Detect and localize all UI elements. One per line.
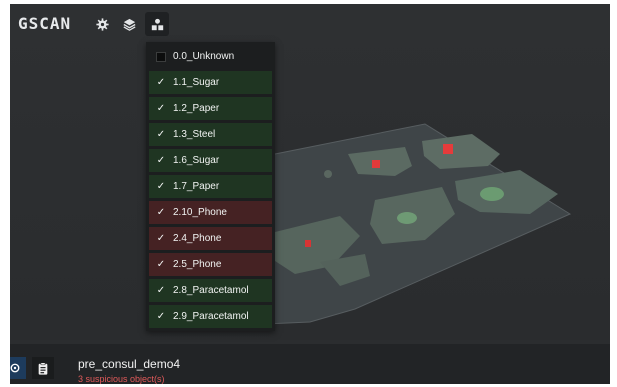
shapes-icon [151,18,163,30]
app-logo: GSCAN [18,14,72,33]
3d-viewport[interactable] [10,4,610,340]
category-label: 1.2_Paper [173,103,220,114]
check-icon[interactable]: ✓ [156,77,166,88]
check-icon[interactable]: ✓ [156,285,166,296]
clipboard-icon [38,361,48,375]
scan-info-bar: pre_consul_demo4 3 suspicious object(s) [10,344,610,384]
layers-icon [122,18,136,31]
category-label: 0.0_Unknown [173,51,235,62]
category-label: 2.5_Phone [173,259,222,270]
category-item-1-1-sugar[interactable]: ✓ 1.1_Sugar [149,71,272,94]
check-icon[interactable]: ✓ [156,155,166,166]
suspicious-object[interactable] [372,160,380,168]
category-label: 1.6_Sugar [173,155,220,166]
scan-object-highlight [480,187,504,201]
gear-icon [95,17,109,31]
category-item-2-5-phone[interactable]: ✓ 2.5_Phone [149,253,272,276]
category-filter-dropdown: 0.0_Unknown ✓ 1.1_Sugar ✓ 1.2_Paper ✓ 1.… [146,42,275,331]
category-item-1-2-paper[interactable]: ✓ 1.2_Paper [149,97,272,120]
scan-object [324,170,332,178]
category-item-1-3-steel[interactable]: ✓ 1.3_Steel [149,123,272,146]
suspicious-object[interactable] [305,240,311,247]
scan-scene[interactable] [10,4,610,340]
check-icon[interactable]: ✓ [156,233,166,244]
check-icon[interactable]: ✓ [156,259,166,270]
scan-view-button[interactable] [10,357,26,379]
category-item-2-8-paracetamol[interactable]: ✓ 2.8_Paracetamol [149,279,272,302]
check-icon[interactable]: ✓ [156,181,166,192]
category-item-2-10-phone[interactable]: ✓ 2.10_Phone [149,201,272,224]
categories-button[interactable] [145,12,169,36]
check-icon[interactable]: ✓ [156,311,166,322]
category-label: 1.7_Paper [173,181,220,192]
category-label: 2.8_Paracetamol [173,285,249,296]
category-item-2-9-paracetamol[interactable]: ✓ 2.9_Paracetamol [149,305,272,328]
category-label: 2.9_Paracetamol [173,311,249,322]
check-icon[interactable]: ✓ [156,207,166,218]
target-icon [10,363,20,373]
category-label: 2.4_Phone [173,233,222,244]
scan-name: pre_consul_demo4 [78,357,181,371]
category-item-1-7-paper[interactable]: ✓ 1.7_Paper [149,175,272,198]
report-button[interactable] [32,357,54,379]
check-icon[interactable]: ✓ [156,103,166,114]
category-label: 2.10_Phone [173,207,227,218]
suspicious-object[interactable] [443,144,453,154]
scan-object-highlight [397,212,417,224]
category-item-2-4-phone[interactable]: ✓ 2.4_Phone [149,227,272,250]
settings-button[interactable] [90,12,114,36]
category-item-1-6-sugar[interactable]: ✓ 1.6_Sugar [149,149,272,172]
app-window: GSCAN 0.0_Unknown ✓ 1.1_Sugar ✓ 1.2_Pape… [10,4,610,384]
category-item-0-0-unknown[interactable]: 0.0_Unknown [149,45,272,68]
layers-button[interactable] [117,12,141,36]
suspicious-count: 3 suspicious object(s) [78,374,165,384]
checkbox-unchecked[interactable] [156,51,166,62]
category-label: 1.3_Steel [173,129,216,140]
check-icon[interactable]: ✓ [156,129,166,140]
category-label: 1.1_Sugar [173,77,220,88]
